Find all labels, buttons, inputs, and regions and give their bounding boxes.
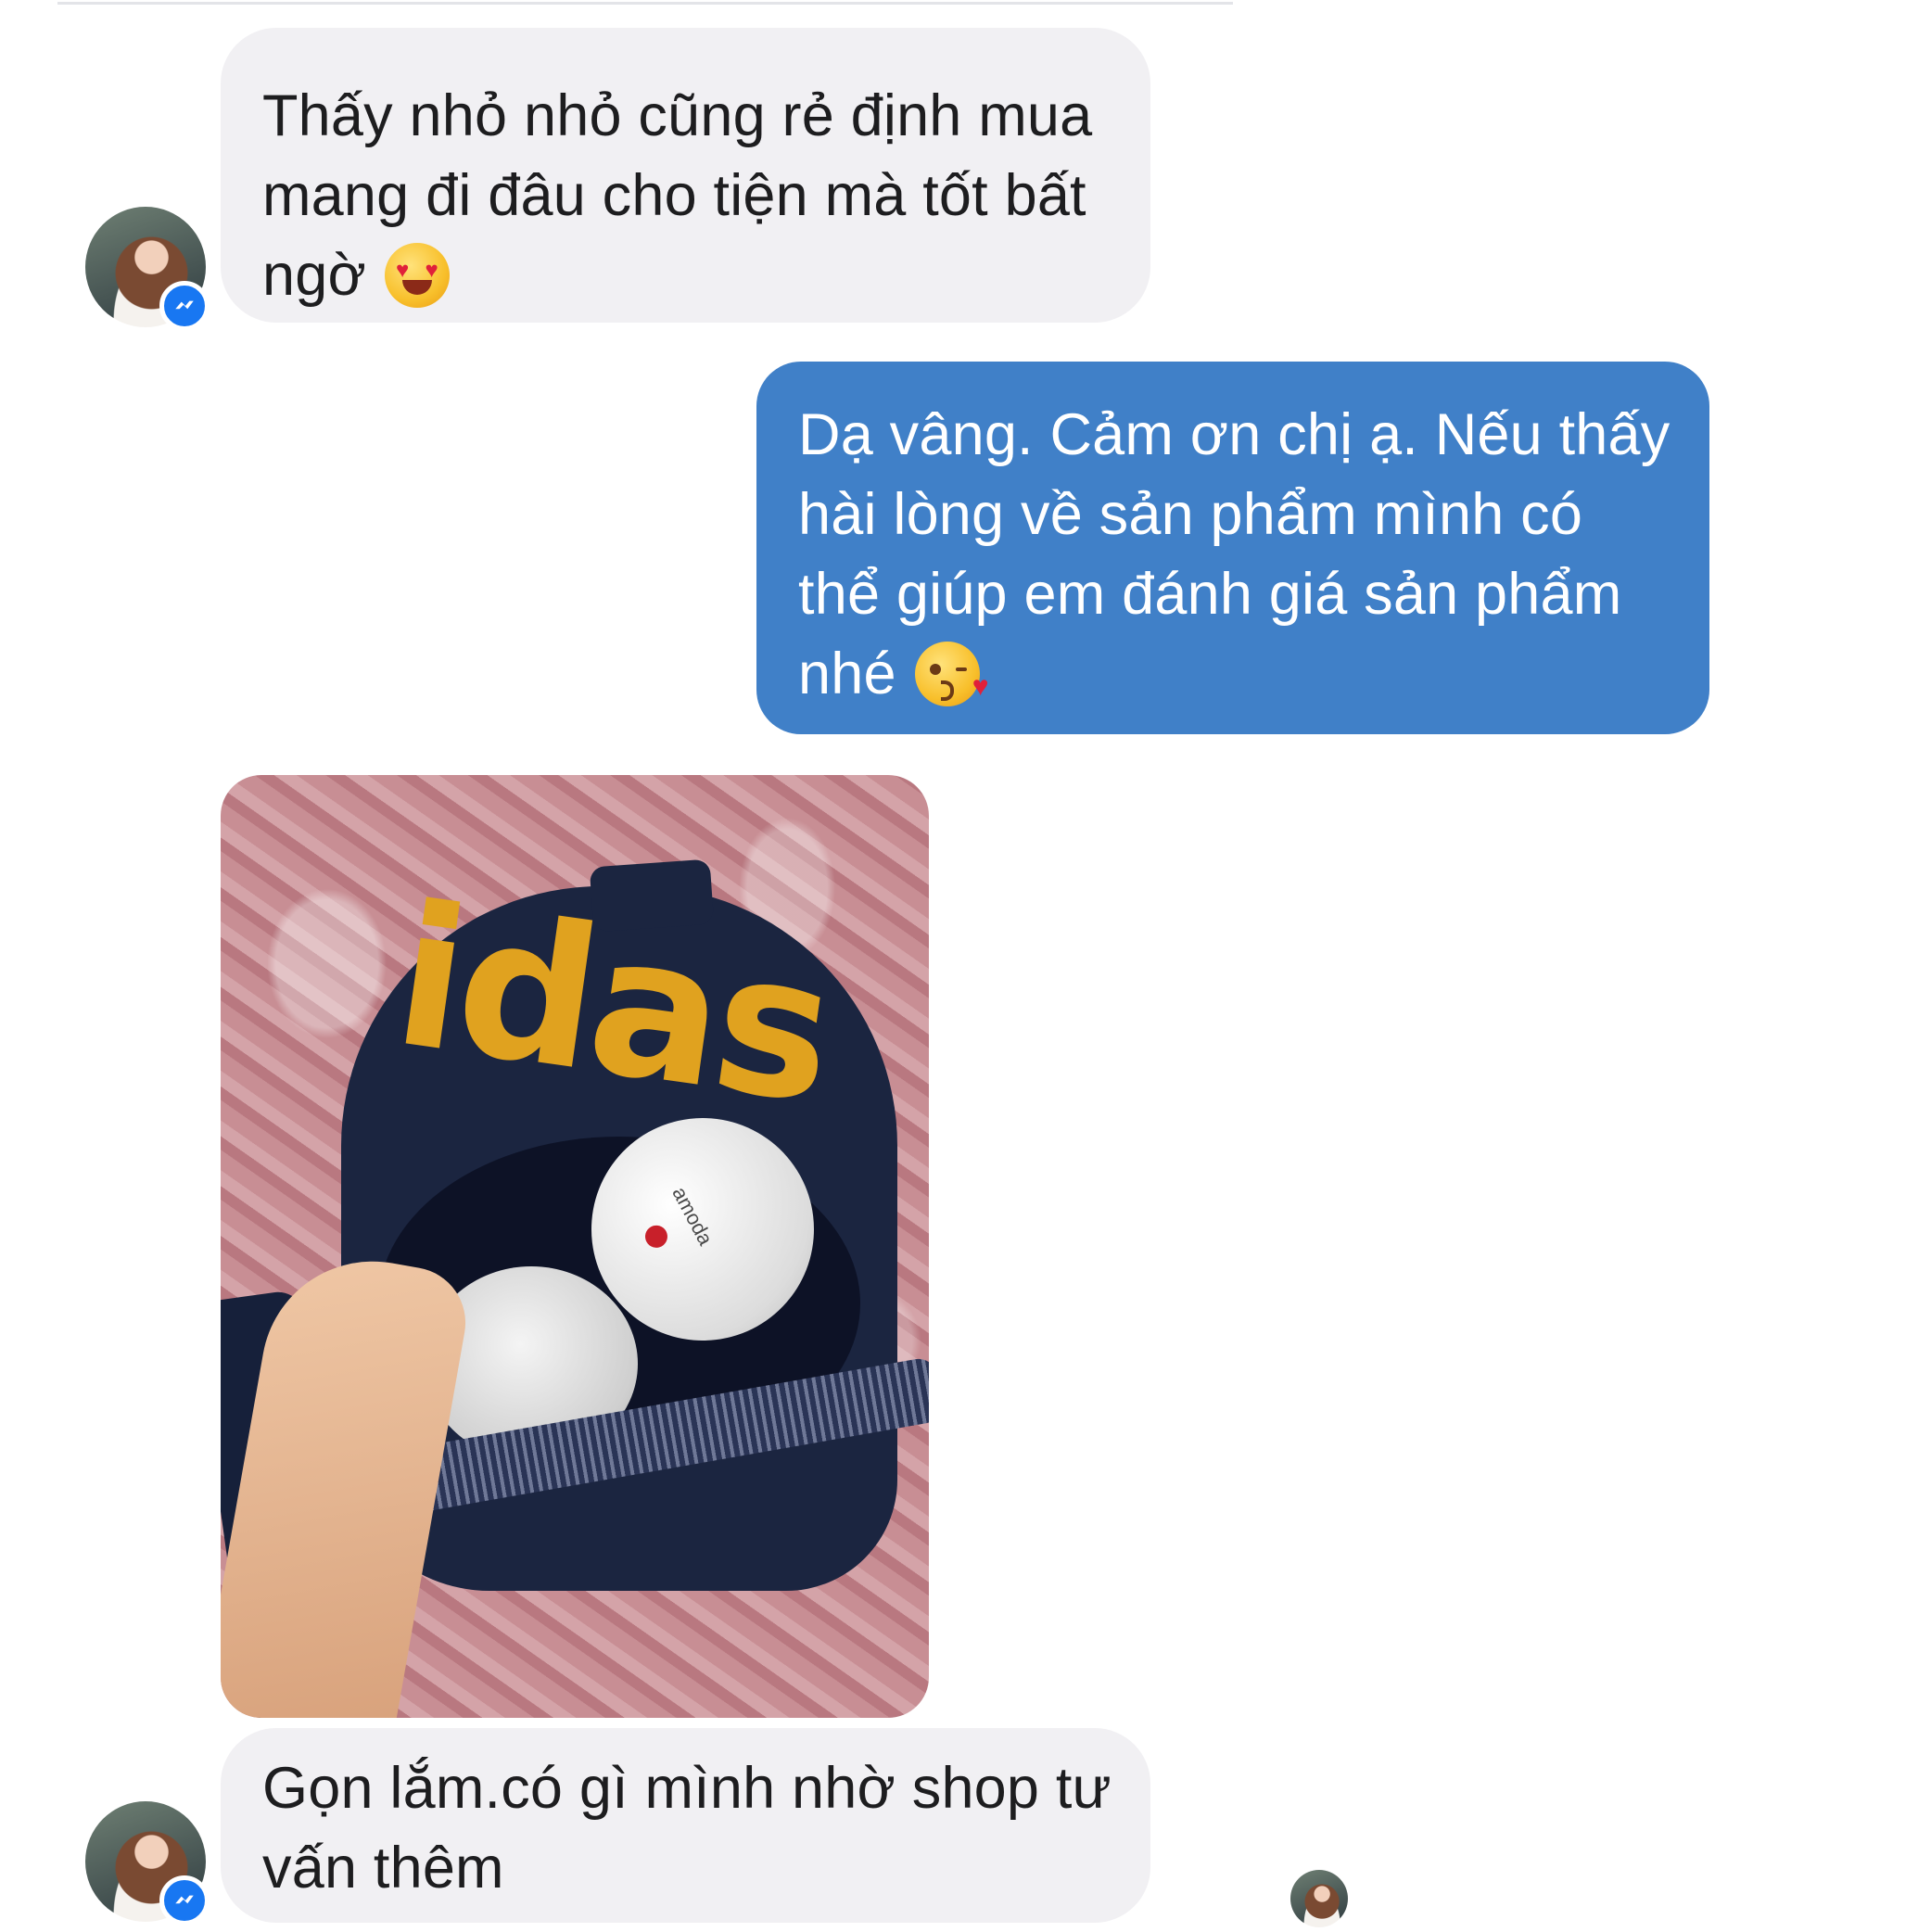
message-bubble-incoming[interactable]: Gọn lắm.có gì mình nhờ shop tư vấn thêm (221, 1728, 1150, 1923)
messenger-icon (159, 1875, 210, 1926)
contact-avatar[interactable] (85, 1801, 210, 1926)
message-bubble-outgoing[interactable]: Dạ vâng. Cảm ơn chị ạ. Nếu thấy hài lòng… (756, 362, 1709, 734)
top-divider (57, 2, 1233, 5)
message-text-line: thể giúp em đánh giá sản phẩm (798, 562, 1622, 627)
brand-dot (642, 1222, 671, 1251)
message-text-line: nhé (798, 642, 896, 706)
message-text-line: ngờ (262, 243, 366, 308)
seen-avatar-icon (1290, 1870, 1348, 1927)
message-text-line: mang đi đâu cho tiện mà tốt bất (262, 163, 1086, 228)
contact-avatar[interactable] (85, 207, 210, 331)
message-text-line: Gọn lắm.có gì mình nhờ shop tư (262, 1756, 1112, 1821)
message-bubble-incoming[interactable]: Thấy nhỏ nhỏ cũng rẻ định mua mang đi đâ… (221, 28, 1150, 323)
kissing-heart-emoji-icon: ♥ (914, 642, 989, 706)
message-text-line: Thấy nhỏ nhỏ cũng rẻ định mua (262, 83, 1093, 148)
message-text-line: Dạ vâng. Cảm ơn chị ạ. Nếu thấy (798, 402, 1671, 467)
messenger-icon (159, 281, 210, 331)
heart-eyes-emoji-icon: ♥ ♥ (385, 243, 450, 308)
photo-attachment[interactable]: idas amoda (221, 775, 929, 1718)
message-text-line: vấn thêm (262, 1836, 504, 1900)
message-text-line: hài lòng về sản phẩm mình có (798, 482, 1583, 547)
cup-brand-label: amoda (667, 1182, 718, 1250)
